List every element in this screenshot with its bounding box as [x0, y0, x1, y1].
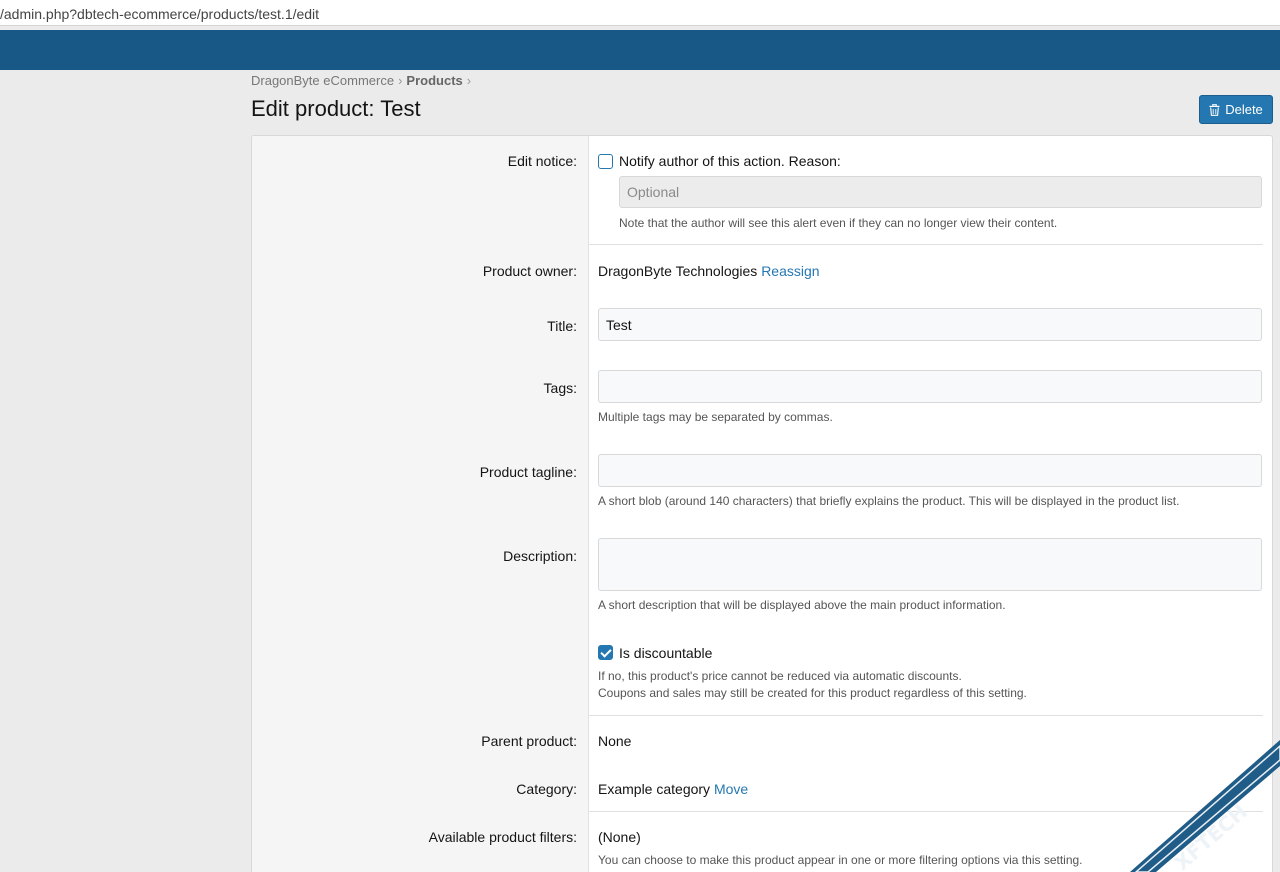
delete-button-label: Delete — [1225, 102, 1263, 117]
product-owner-label: Product owner: — [482, 263, 577, 279]
url-text[interactable]: /admin.php?dbtech-ecommerce/products/tes… — [0, 6, 319, 22]
reason-input[interactable] — [619, 176, 1262, 208]
watermark-logo: XFTECH — [1130, 740, 1280, 872]
description-hint: A short description that will be display… — [598, 598, 1006, 612]
title-input[interactable] — [598, 308, 1262, 341]
filters-hint: You can choose to make this product appe… — [598, 853, 1083, 867]
filters-value: (None) — [598, 829, 641, 845]
edit-notice-label: Edit notice: — [507, 153, 577, 169]
tagline-input[interactable] — [598, 454, 1262, 487]
delete-button[interactable]: Delete — [1199, 95, 1273, 124]
discountable-hint-2: Coupons and sales may still be created f… — [598, 686, 1027, 700]
discountable-checkbox[interactable] — [598, 645, 613, 660]
tags-label: Tags: — [543, 380, 577, 396]
title-label: Title: — [547, 318, 577, 334]
edit-product-form: Edit notice: Notify author of this actio… — [251, 135, 1273, 872]
description-label: Description: — [503, 548, 577, 564]
notify-author-label[interactable]: Notify author of this action. Reason: — [619, 153, 841, 169]
notify-author-checkbox[interactable] — [598, 154, 613, 169]
category-label: Category: — [516, 781, 577, 797]
divider — [589, 715, 1263, 716]
form-label-column — [252, 136, 589, 872]
breadcrumb: DragonByte eCommerce › Products › — [251, 73, 475, 88]
product-owner-value: DragonByte Technologies Reassign — [598, 263, 820, 279]
reassign-link[interactable]: Reassign — [761, 263, 819, 279]
discountable-hint-1: If no, this product's price cannot be re… — [598, 669, 962, 683]
tags-input[interactable] — [598, 370, 1262, 403]
chevron-right-icon: › — [398, 73, 403, 88]
tags-hint: Multiple tags may be separated by commas… — [598, 410, 833, 424]
breadcrumb-item-ecommerce[interactable]: DragonByte eCommerce — [251, 73, 394, 88]
browser-url-bar[interactable]: /admin.php?dbtech-ecommerce/products/tes… — [0, 0, 1280, 26]
chevron-right-icon: › — [466, 73, 472, 88]
category-value: Example category Move — [598, 781, 748, 797]
tagline-hint: A short blob (around 140 characters) tha… — [598, 494, 1180, 508]
parent-product-value: None — [598, 733, 632, 749]
tagline-label: Product tagline: — [479, 464, 577, 480]
edit-notice-hint: Note that the author will see this alert… — [619, 216, 1058, 230]
trash-icon — [1209, 103, 1220, 116]
discountable-label[interactable]: Is discountable — [619, 645, 712, 661]
breadcrumb-item-products[interactable]: Products — [406, 73, 462, 88]
product-owner-name: DragonByte Technologies — [598, 263, 758, 279]
category-name: Example category — [598, 781, 711, 797]
divider — [589, 244, 1263, 245]
parent-product-label: Parent product: — [481, 733, 577, 749]
description-textarea[interactable] — [598, 538, 1262, 591]
filters-label: Available product filters: — [428, 829, 577, 845]
admin-header-bar — [0, 30, 1280, 70]
page-title: Edit product: Test — [251, 96, 421, 121]
move-link[interactable]: Move — [714, 781, 748, 797]
